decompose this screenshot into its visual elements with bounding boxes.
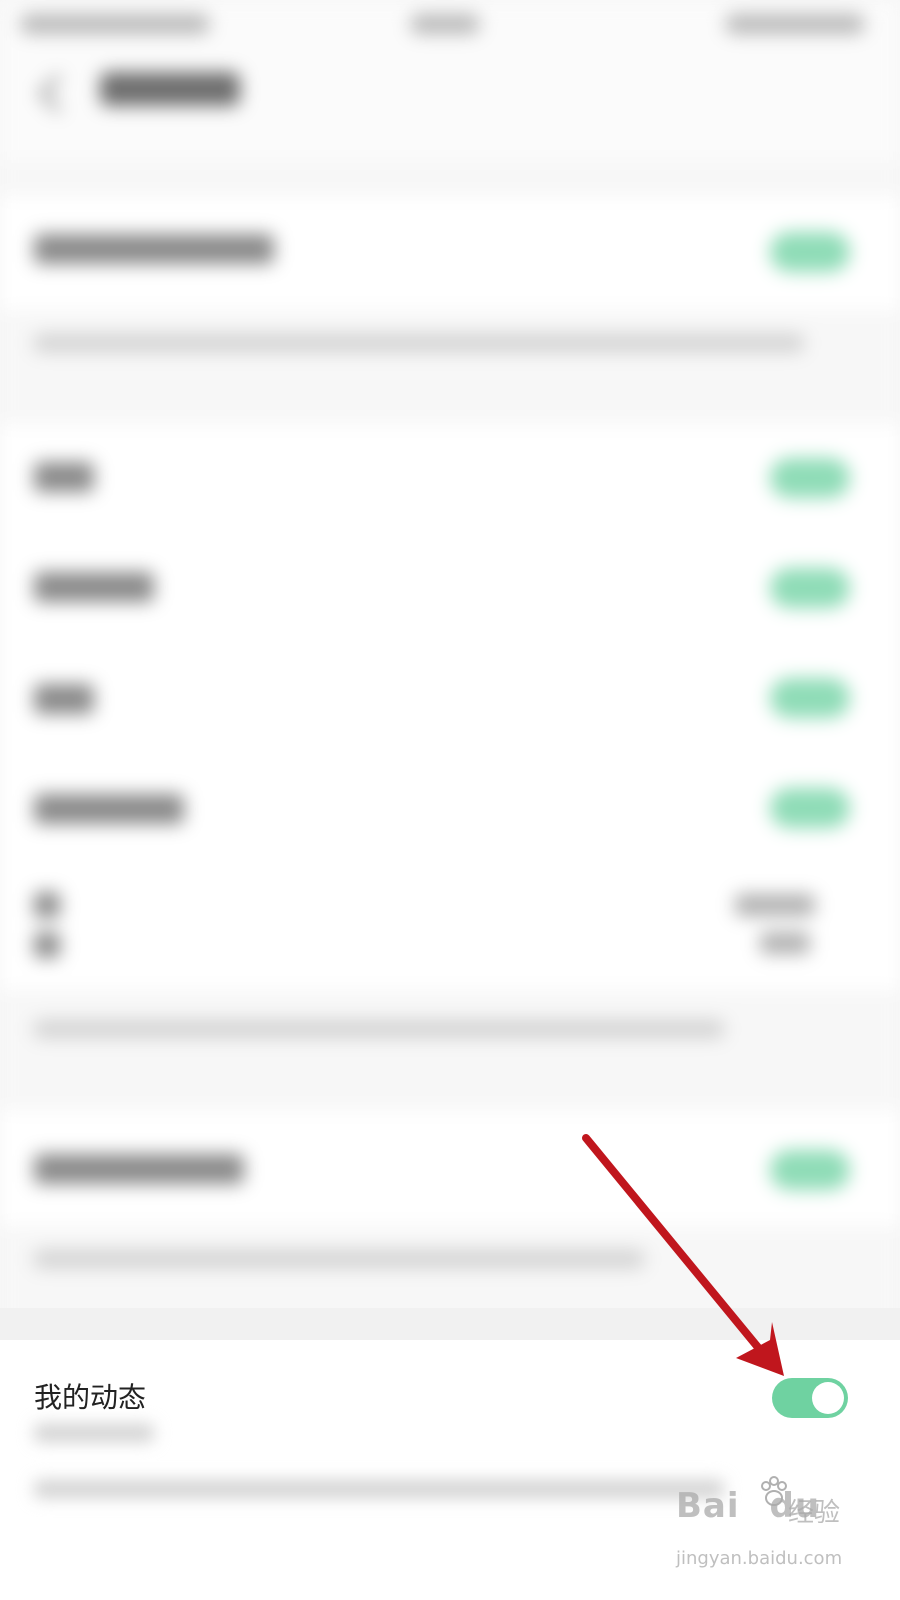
toggle-blob [770,458,850,498]
row-label-blob [34,462,94,492]
value-blob [735,894,815,916]
row-label-blob [34,794,184,824]
header [0,50,900,160]
toggle-blob [770,232,850,272]
subtext-blob [34,1424,154,1442]
status-bar [0,0,900,50]
value-blob [760,932,810,954]
status-right-blob [725,14,865,34]
note-blob [34,1250,644,1268]
status-clock-blob [410,14,480,34]
row-label-blob [34,932,60,958]
status-left-blob [20,14,210,34]
note-blob [34,1020,724,1038]
row-label-blob [34,1154,244,1184]
row-label-blob [34,234,274,264]
section-1 [0,196,900,310]
toggle-blob [770,1150,850,1190]
toggle-blob [770,788,850,828]
toggle-knob [812,1382,844,1414]
my-moments-label: 我的动态 [34,1381,147,1414]
note-blob [34,1480,724,1498]
section-4 [0,1110,900,1226]
watermark-url: jingyan.baidu.com [676,1548,843,1569]
my-moments-toggle[interactable] [772,1378,848,1418]
section-divider [0,1308,900,1340]
page-title-blob [100,72,240,106]
watermark-product: 经验 [788,1498,841,1528]
row-label-blob [34,572,154,602]
row-label-blob [34,684,94,714]
back-icon[interactable] [38,74,77,113]
section-3 [0,870,900,990]
toggle-blob [770,678,850,718]
blurred-settings-background [0,0,900,1340]
baidu-watermark: Bai du 经验 jingyan.baidu.com [676,1474,846,1584]
toggle-blob [770,568,850,608]
section-2 [0,424,900,894]
note-blob [34,334,804,352]
row-label-blob [34,892,60,918]
